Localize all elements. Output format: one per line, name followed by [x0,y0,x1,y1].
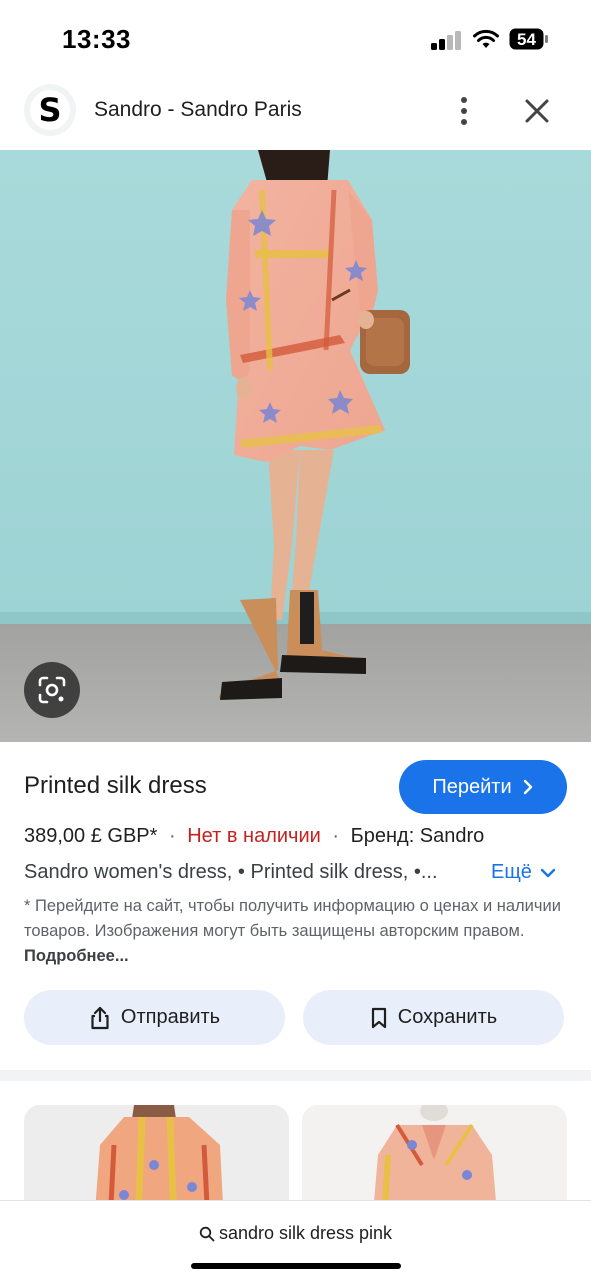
more-label: Ещё [491,861,532,883]
wifi-icon [473,29,499,48]
search-query-text: sandro silk dress pink [218,1223,393,1243]
site-header: S Sandro - Sandro Paris [0,72,591,150]
save-button[interactable]: Сохранить [303,990,564,1045]
bookmark-icon [371,1007,386,1028]
search-query[interactable]: sandro silk dress pink [0,1223,591,1244]
share-label: Отправить [120,1006,221,1028]
chevron-down-icon [540,868,556,877]
stock-status: Нет в наличии [187,825,321,847]
search-icon [199,1226,215,1241]
product-image[interactable] [0,150,591,742]
product-title: Printed silk dress [24,772,207,799]
more-button[interactable]: Ещё [491,861,556,884]
chevron-right-icon [523,779,532,795]
product-meta: 389,00 £ GBP* · Нет в наличии · Бренд: S… [24,825,484,848]
visit-site-button[interactable]: Перейти [399,760,567,814]
product-photo-illustration [0,150,591,742]
product-brand: Бренд: Sandro [350,825,485,847]
battery-icon: 54 [509,28,548,50]
share-icon [91,1006,109,1029]
more-vert-icon[interactable] [450,94,478,128]
status-time: 13:33 [62,24,131,54]
product-tags: Sandro women's dress, • Printed silk dre… [24,861,438,883]
visit-site-label: Перейти [432,775,512,798]
section-divider [0,1070,591,1081]
share-button[interactable]: Отправить [24,990,285,1045]
learn-more-link[interactable]: Подробнее... [24,947,129,965]
separator: · [169,825,176,847]
save-label: Сохранить [397,1006,498,1028]
logo-letter: S [30,90,70,130]
disclaimer-text: * Перейдите на сайт, чтобы получить инфо… [24,897,561,940]
disclaimer: * Перейдите на сайт, чтобы получить инфо… [24,894,564,969]
home-indicator[interactable] [191,1263,401,1269]
separator: · [332,825,340,847]
bottom-search-bar[interactable]: sandro silk dress pink [0,1200,591,1280]
battery-level: 54 [517,30,536,49]
site-title: Sandro - Sandro Paris [94,98,302,121]
google-lens-icon [38,676,66,704]
product-price: 389,00 £ GBP* [24,825,158,847]
status-bar: 13:33 54 [0,0,591,72]
site-logo[interactable]: S [24,84,76,136]
google-lens-button[interactable] [24,662,80,718]
close-icon[interactable] [522,96,552,126]
cellular-signal-icon [431,30,463,50]
